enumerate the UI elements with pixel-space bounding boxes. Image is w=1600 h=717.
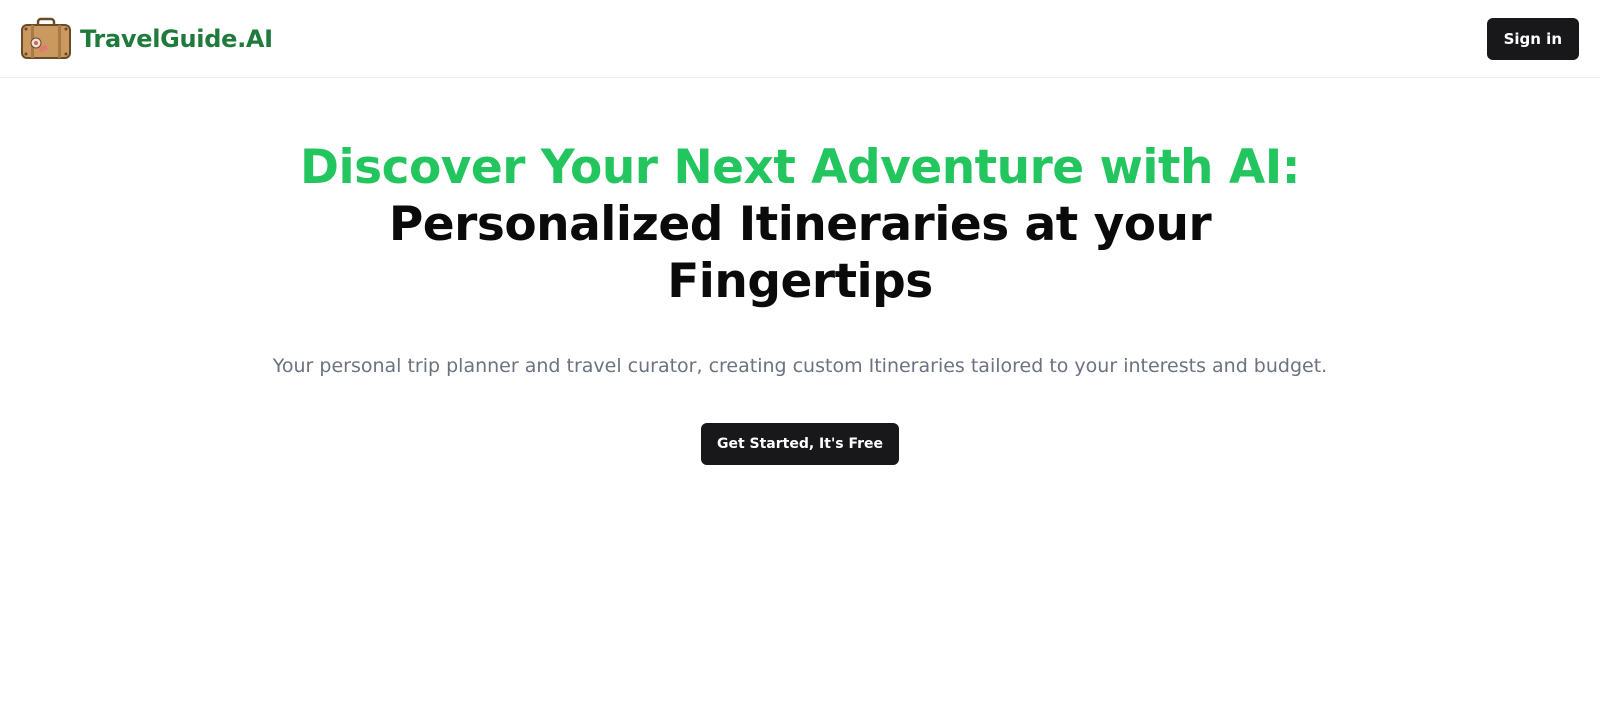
hero-headline: Discover Your Next Adventure with AI: Pe…: [250, 139, 1350, 310]
suitcase-icon: [21, 17, 71, 59]
hero-subtitle: Your personal trip planner and travel cu…: [272, 355, 1328, 377]
site-header: TravelGuide.AI Sign in: [0, 0, 1600, 78]
get-started-button[interactable]: Get Started, It's Free: [700, 423, 900, 465]
hero-section: Discover Your Next Adventure with AI: Pe…: [0, 78, 1600, 465]
brand-name: TravelGuide.AI: [80, 24, 273, 53]
headline-accent: Discover Your Next Adventure with AI:: [300, 140, 1301, 195]
headline-main: Personalized Itineraries at your Fingert…: [388, 197, 1212, 309]
brand-link[interactable]: TravelGuide.AI: [20, 17, 273, 61]
sign-in-button[interactable]: Sign in: [1486, 17, 1579, 60]
